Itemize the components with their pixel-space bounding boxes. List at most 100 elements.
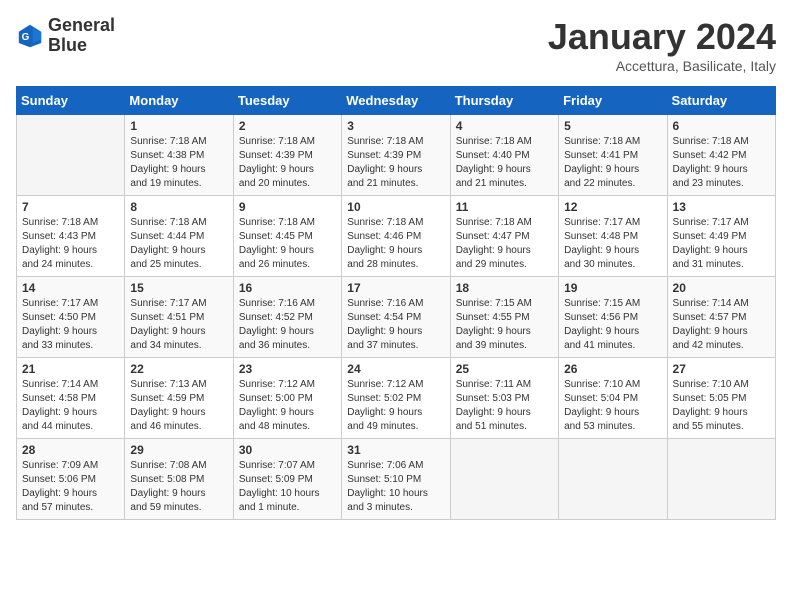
calendar-cell: 29Sunrise: 7:08 AM Sunset: 5:08 PM Dayli…: [125, 439, 233, 520]
day-info: Sunrise: 7:17 AM Sunset: 4:49 PM Dayligh…: [673, 216, 770, 272]
day-number: 22: [130, 362, 227, 376]
calendar-cell: 30 Sunrise: 7:07 AM Sunset: 5:09 PM Dayli…: [233, 439, 341, 520]
day-number: 14: [22, 281, 119, 295]
day-number: 5: [564, 119, 661, 133]
day-info: Sunrise: 7:15 AM Sunset: 4:55 PM Dayligh…: [456, 297, 553, 353]
calendar-cell: 13 Sunrise: 7:17 AM Sunset: 4:49 PM Dayli…: [667, 196, 775, 277]
day-info: Sunrise: 7:14 AM Sunset: 4:58 PM Dayligh…: [22, 378, 119, 434]
day-info: Sunrise: 7:18 AM Sunset: 4:41 PM Dayligh…: [564, 135, 661, 191]
calendar-cell: 15 Sunrise: 7:17 AM Sunset: 4:51 PM Dayli…: [125, 277, 233, 358]
day-number: 15: [130, 281, 227, 295]
calendar-cell: 10Sunrise: 7:18 AM Sunset: 4:46 PM Dayli…: [342, 196, 450, 277]
calendar-cell: 25Sunrise: 7:11 AM Sunset: 5:03 PM Dayli…: [450, 358, 558, 439]
day-number: 9: [239, 200, 336, 214]
column-header-thursday: Thursday: [450, 87, 558, 115]
day-info: Sunrise: 7:17 AM Sunset: 4:51 PM Dayligh…: [130, 297, 227, 353]
day-number: 21: [22, 362, 119, 376]
day-number: 25: [456, 362, 553, 376]
day-info: Sunrise: 7:17 AM Sunset: 4:48 PM Dayligh…: [564, 216, 661, 272]
day-info: Sunrise: 7:08 AM Sunset: 5:08 PM Dayligh…: [130, 459, 227, 515]
day-number: 31: [347, 443, 444, 457]
day-number: 16: [239, 281, 336, 295]
title-block: January 2024 Accettura, Basilicate, Ital…: [548, 16, 776, 74]
calendar-cell: 7 Sunrise: 7:18 AM Sunset: 4:43 PM Daylig…: [17, 196, 125, 277]
calendar-cell: [450, 439, 558, 520]
day-info: Sunrise: 7:18 AM Sunset: 4:44 PM Dayligh…: [130, 216, 227, 272]
calendar-week-row: 28 Sunrise: 7:09 AM Sunset: 5:06 PM Dayli…: [17, 439, 776, 520]
calendar-cell: 23 Sunrise: 7:12 AM Sunset: 5:00 PM Dayli…: [233, 358, 341, 439]
calendar-subtitle: Accettura, Basilicate, Italy: [548, 58, 776, 74]
day-info: Sunrise: 7:18 AM Sunset: 4:46 PM Dayligh…: [347, 216, 444, 272]
calendar-cell: 4Sunrise: 7:18 AM Sunset: 4:40 PM Daylig…: [450, 115, 558, 196]
calendar-cell: 3 Sunrise: 7:18 AM Sunset: 4:39 PM Daylig…: [342, 115, 450, 196]
day-number: 18: [456, 281, 553, 295]
day-number: 23: [239, 362, 336, 376]
day-number: 2: [239, 119, 336, 133]
calendar-cell: 19Sunrise: 7:15 AM Sunset: 4:56 PM Dayli…: [559, 277, 667, 358]
day-info: Sunrise: 7:07 AM Sunset: 5:09 PM Dayligh…: [239, 459, 336, 515]
calendar-cell: 1 Sunrise: 7:18 AM Sunset: 4:38 PM Daylig…: [125, 115, 233, 196]
calendar-cell: 28 Sunrise: 7:09 AM Sunset: 5:06 PM Dayli…: [17, 439, 125, 520]
calendar-cell: 17 Sunrise: 7:16 AM Sunset: 4:54 PM Dayli…: [342, 277, 450, 358]
day-info: Sunrise: 7:18 AM Sunset: 4:38 PM Dayligh…: [130, 135, 227, 191]
calendar-cell: 18 Sunrise: 7:15 AM Sunset: 4:55 PM Dayli…: [450, 277, 558, 358]
day-number: 17: [347, 281, 444, 295]
day-number: 27: [673, 362, 770, 376]
day-number: 30: [239, 443, 336, 457]
calendar-week-row: 7 Sunrise: 7:18 AM Sunset: 4:43 PM Daylig…: [17, 196, 776, 277]
day-number: 13: [673, 200, 770, 214]
day-number: 1: [130, 119, 227, 133]
day-info: Sunrise: 7:06 AM Sunset: 5:10 PM Dayligh…: [347, 459, 444, 515]
calendar-week-row: 14 Sunrise: 7:17 AM Sunset: 4:50 PM Dayli…: [17, 277, 776, 358]
day-number: 28: [22, 443, 119, 457]
calendar-cell: 20Sunrise: 7:14 AM Sunset: 4:57 PM Dayli…: [667, 277, 775, 358]
day-info: Sunrise: 7:10 AM Sunset: 5:04 PM Dayligh…: [564, 378, 661, 434]
day-number: 3: [347, 119, 444, 133]
column-header-friday: Friday: [559, 87, 667, 115]
logo-line1: General: [48, 16, 115, 36]
column-header-wednesday: Wednesday: [342, 87, 450, 115]
day-info: Sunrise: 7:12 AM Sunset: 5:02 PM Dayligh…: [347, 378, 444, 434]
day-number: 7: [22, 200, 119, 214]
calendar-cell: [667, 439, 775, 520]
calendar-cell: [559, 439, 667, 520]
calendar-cell: 11 Sunrise: 7:18 AM Sunset: 4:47 PM Dayli…: [450, 196, 558, 277]
day-info: Sunrise: 7:14 AM Sunset: 4:57 PM Dayligh…: [673, 297, 770, 353]
logo-line2: Blue: [48, 36, 115, 56]
logo: G General Blue: [16, 16, 115, 56]
calendar-table: SundayMondayTuesdayWednesdayThursdayFrid…: [16, 86, 776, 520]
day-info: Sunrise: 7:18 AM Sunset: 4:42 PM Dayligh…: [673, 135, 770, 191]
day-info: Sunrise: 7:18 AM Sunset: 4:43 PM Dayligh…: [22, 216, 119, 272]
day-info: Sunrise: 7:16 AM Sunset: 4:52 PM Dayligh…: [239, 297, 336, 353]
column-header-sunday: Sunday: [17, 87, 125, 115]
day-info: Sunrise: 7:18 AM Sunset: 4:39 PM Dayligh…: [347, 135, 444, 191]
day-number: 11: [456, 200, 553, 214]
calendar-cell: 2Sunrise: 7:18 AM Sunset: 4:39 PM Daylig…: [233, 115, 341, 196]
calendar-cell: [17, 115, 125, 196]
calendar-cell: 26Sunrise: 7:10 AM Sunset: 5:04 PM Dayli…: [559, 358, 667, 439]
calendar-cell: 9 Sunrise: 7:18 AM Sunset: 4:45 PM Daylig…: [233, 196, 341, 277]
column-header-saturday: Saturday: [667, 87, 775, 115]
calendar-week-row: 1 Sunrise: 7:18 AM Sunset: 4:38 PM Daylig…: [17, 115, 776, 196]
day-info: Sunrise: 7:12 AM Sunset: 5:00 PM Dayligh…: [239, 378, 336, 434]
column-header-tuesday: Tuesday: [233, 87, 341, 115]
svg-text:G: G: [22, 32, 30, 43]
day-info: Sunrise: 7:18 AM Sunset: 4:45 PM Dayligh…: [239, 216, 336, 272]
column-header-monday: Monday: [125, 87, 233, 115]
calendar-cell: 21 Sunrise: 7:14 AM Sunset: 4:58 PM Dayli…: [17, 358, 125, 439]
calendar-title: January 2024: [548, 16, 776, 58]
day-number: 24: [347, 362, 444, 376]
calendar-cell: 22Sunrise: 7:13 AM Sunset: 4:59 PM Dayli…: [125, 358, 233, 439]
calendar-week-row: 21 Sunrise: 7:14 AM Sunset: 4:58 PM Dayli…: [17, 358, 776, 439]
day-info: Sunrise: 7:18 AM Sunset: 4:47 PM Dayligh…: [456, 216, 553, 272]
calendar-cell: 12 Sunrise: 7:17 AM Sunset: 4:48 PM Dayli…: [559, 196, 667, 277]
day-number: 4: [456, 119, 553, 133]
page-header: G General Blue January 2024 Accettura, B…: [16, 16, 776, 74]
day-number: 8: [130, 200, 227, 214]
day-number: 6: [673, 119, 770, 133]
day-info: Sunrise: 7:09 AM Sunset: 5:06 PM Dayligh…: [22, 459, 119, 515]
day-info: Sunrise: 7:17 AM Sunset: 4:50 PM Dayligh…: [22, 297, 119, 353]
calendar-cell: 16 Sunrise: 7:16 AM Sunset: 4:52 PM Dayli…: [233, 277, 341, 358]
day-number: 12: [564, 200, 661, 214]
day-info: Sunrise: 7:16 AM Sunset: 4:54 PM Dayligh…: [347, 297, 444, 353]
